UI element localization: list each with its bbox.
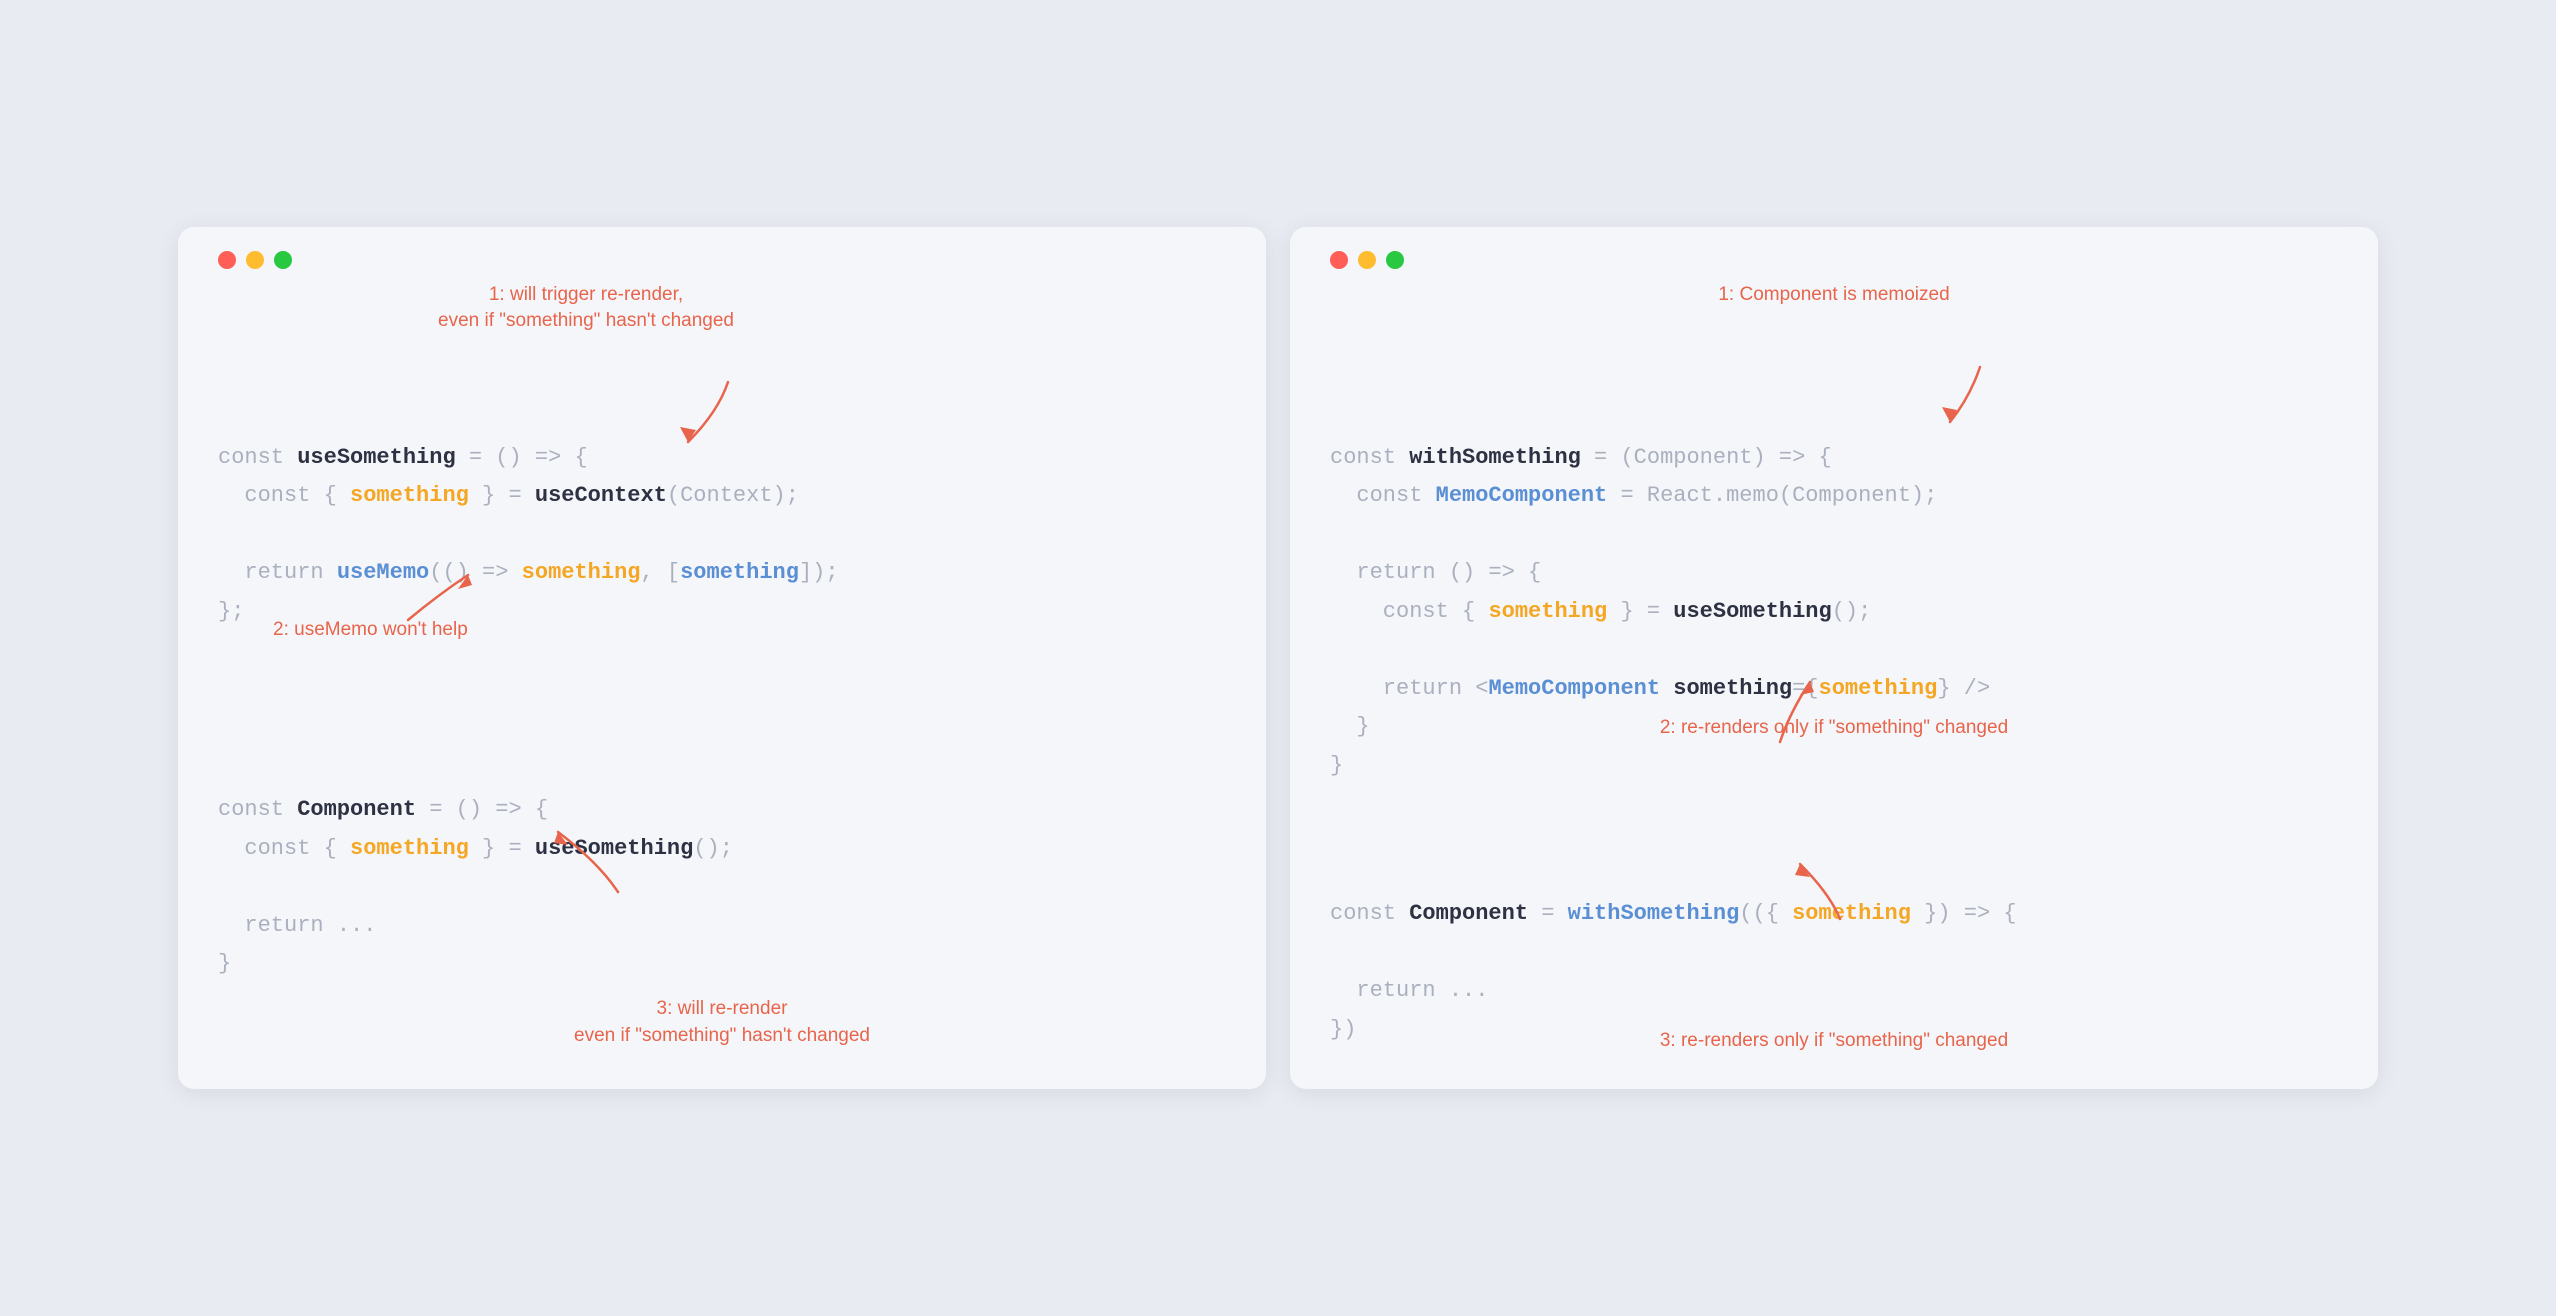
code-block-2: const Component = () => { const { someth… [218,791,1226,984]
close-button-2[interactable] [1330,251,1348,269]
close-button-1[interactable] [218,251,236,269]
annotation-1-1: 1: will trigger re-render,even if "somet… [438,282,734,335]
traffic-lights-1 [218,251,1226,269]
annotation-1-2: 2: useMemo won't help [273,617,468,644]
code-block-4: const Component = withSomething(({ somet… [1330,895,2338,1049]
maximize-button-2[interactable] [1386,251,1404,269]
traffic-lights-2 [1330,251,2338,269]
code-block-1: const useSomething = () => { const { som… [218,439,1226,632]
annotation-2-1: 1: Component is memoized [1290,282,2378,309]
arrow-2-1 [1930,357,2010,427]
window-2: 1: Component is memoized const withSomet… [1290,227,2378,1090]
minimize-button-2[interactable] [1358,251,1376,269]
minimize-button-1[interactable] [246,251,264,269]
annotation-1-3: 3: will re-rendereven if "something" has… [178,996,1266,1049]
maximize-button-1[interactable] [274,251,292,269]
window-1: 1: will trigger re-render,even if "somet… [178,227,1266,1090]
annotation-2-3: 3: re-renders only if "something" change… [1290,1028,2378,1055]
main-container: 1: will trigger re-render,even if "somet… [178,227,2378,1090]
annotation-2-2: 2: re-renders only if "something" change… [1290,715,2378,742]
